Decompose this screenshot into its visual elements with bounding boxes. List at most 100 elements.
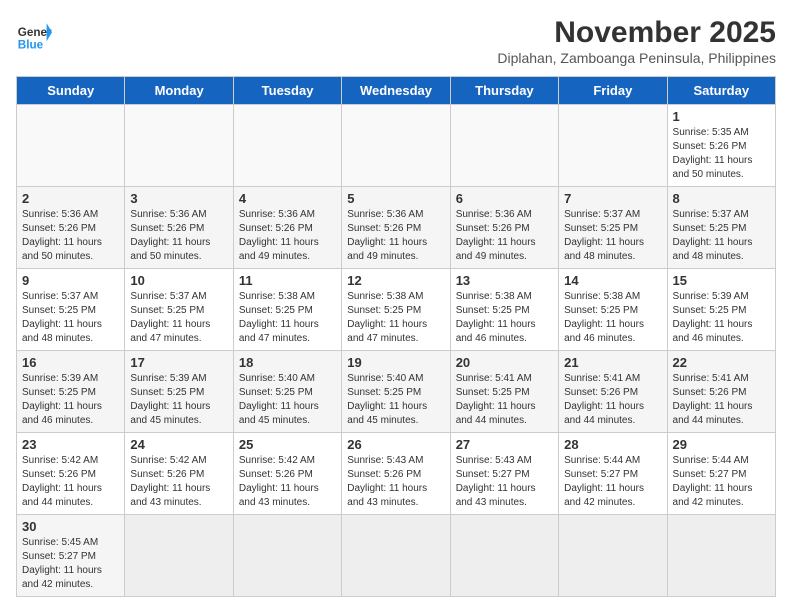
- calendar-cell: 20 Sunrise: 5:41 AMSunset: 5:25 PMDayligh…: [450, 351, 558, 433]
- day-info: Sunrise: 5:36 AMSunset: 5:26 PMDaylight:…: [456, 208, 553, 264]
- day-number: 2: [22, 191, 119, 206]
- calendar-cell: 17 Sunrise: 5:39 AMSunset: 5:25 PMDayligh…: [125, 351, 233, 433]
- day-info: Sunrise: 5:44 AMSunset: 5:27 PMDaylight:…: [564, 454, 661, 510]
- calendar-cell: 29Sunrise: 5:44 AMSunset: 5:27 PMDayligh…: [667, 433, 775, 515]
- day-info: Sunrise: 5:44 AMSunset: 5:27 PMDaylight:…: [673, 454, 770, 510]
- day-number: 12: [347, 273, 444, 288]
- calendar-cell: 3Sunrise: 5:36 AMSunset: 5:26 PMDaylight…: [125, 187, 233, 269]
- calendar-cell: 8 Sunrise: 5:37 AMSunset: 5:25 PMDaylight…: [667, 187, 775, 269]
- day-info: Sunrise: 5:43 AMSunset: 5:27 PMDaylight:…: [456, 454, 553, 510]
- calendar-cell: [342, 515, 450, 597]
- calendar-cell: 4 Sunrise: 5:36 AMSunset: 5:26 PMDaylight…: [233, 187, 341, 269]
- calendar-cell: 10 Sunrise: 5:37 AMSunset: 5:25 PMDayligh…: [125, 269, 233, 351]
- day-header-thursday: Thursday: [450, 77, 558, 105]
- day-number: 5: [347, 191, 444, 206]
- day-number: 26: [347, 437, 444, 452]
- calendar-cell: 28 Sunrise: 5:44 AMSunset: 5:27 PMDayligh…: [559, 433, 667, 515]
- calendar-cell: 5 Sunrise: 5:36 AMSunset: 5:26 PMDaylight…: [342, 187, 450, 269]
- day-info: Sunrise: 5:38 AMSunset: 5:25 PMDaylight:…: [347, 290, 444, 346]
- day-number: 15: [673, 273, 770, 288]
- calendar-cell: 30Sunrise: 5:45 AMSunset: 5:27 PMDayligh…: [17, 515, 125, 597]
- day-info: Sunrise: 5:37 AMSunset: 5:25 PMDaylight:…: [673, 208, 770, 264]
- day-info: Sunrise: 5:35 AMSunset: 5:26 PMDaylight:…: [673, 126, 770, 182]
- day-number: 9: [22, 273, 119, 288]
- day-number: 11: [239, 273, 336, 288]
- week-row-2: 2 Sunrise: 5:36 AMSunset: 5:26 PMDaylight…: [17, 187, 776, 269]
- day-number: 22: [673, 355, 770, 370]
- day-header-monday: Monday: [125, 77, 233, 105]
- week-row-5: 23 Sunrise: 5:42 AMSunset: 5:26 PMDayligh…: [17, 433, 776, 515]
- day-number: 1: [673, 109, 770, 124]
- day-info: Sunrise: 5:42 AMSunset: 5:26 PMDaylight:…: [22, 454, 119, 510]
- calendar-header: SundayMondayTuesdayWednesdayThursdayFrid…: [17, 77, 776, 105]
- page-header: General Blue November 2025 Diplahan, Zam…: [16, 16, 776, 66]
- calendar-cell: 1 Sunrise: 5:35 AMSunset: 5:26 PMDaylight…: [667, 105, 775, 187]
- calendar-cell: 11Sunrise: 5:38 AMSunset: 5:25 PMDayligh…: [233, 269, 341, 351]
- week-row-6: 30Sunrise: 5:45 AMSunset: 5:27 PMDayligh…: [17, 515, 776, 597]
- day-number: 10: [130, 273, 227, 288]
- day-header-friday: Friday: [559, 77, 667, 105]
- calendar-cell: 16Sunrise: 5:39 AMSunset: 5:25 PMDayligh…: [17, 351, 125, 433]
- day-info: Sunrise: 5:42 AMSunset: 5:26 PMDaylight:…: [130, 454, 227, 510]
- day-info: Sunrise: 5:38 AMSunset: 5:25 PMDaylight:…: [564, 290, 661, 346]
- day-info: Sunrise: 5:39 AMSunset: 5:25 PMDaylight:…: [130, 372, 227, 428]
- calendar-cell: 18 Sunrise: 5:40 AMSunset: 5:25 PMDayligh…: [233, 351, 341, 433]
- day-number: 18: [239, 355, 336, 370]
- day-number: 4: [239, 191, 336, 206]
- day-info: Sunrise: 5:37 AMSunset: 5:25 PMDaylight:…: [130, 290, 227, 346]
- calendar-cell: [667, 515, 775, 597]
- calendar-cell: [233, 105, 341, 187]
- calendar-cell: 27Sunrise: 5:43 AMSunset: 5:27 PMDayligh…: [450, 433, 558, 515]
- day-header-sunday: Sunday: [17, 77, 125, 105]
- calendar-cell: 15Sunrise: 5:39 AMSunset: 5:25 PMDayligh…: [667, 269, 775, 351]
- day-info: Sunrise: 5:37 AMSunset: 5:25 PMDaylight:…: [564, 208, 661, 264]
- header-row: SundayMondayTuesdayWednesdayThursdayFrid…: [17, 77, 776, 105]
- calendar-cell: [559, 515, 667, 597]
- logo: General Blue: [16, 16, 52, 52]
- day-info: Sunrise: 5:36 AMSunset: 5:26 PMDaylight:…: [239, 208, 336, 264]
- day-info: Sunrise: 5:41 AMSunset: 5:26 PMDaylight:…: [673, 372, 770, 428]
- day-number: 6: [456, 191, 553, 206]
- calendar-cell: 9Sunrise: 5:37 AMSunset: 5:25 PMDaylight…: [17, 269, 125, 351]
- day-number: 23: [22, 437, 119, 452]
- day-number: 20: [456, 355, 553, 370]
- calendar-table: SundayMondayTuesdayWednesdayThursdayFrid…: [16, 76, 776, 597]
- day-number: 3: [130, 191, 227, 206]
- day-info: Sunrise: 5:45 AMSunset: 5:27 PMDaylight:…: [22, 536, 119, 592]
- day-number: 7: [564, 191, 661, 206]
- calendar-cell: [559, 105, 667, 187]
- day-info: Sunrise: 5:42 AMSunset: 5:26 PMDaylight:…: [239, 454, 336, 510]
- generalblue-logo-icon: General Blue: [16, 16, 52, 52]
- calendar-cell: 13Sunrise: 5:38 AMSunset: 5:25 PMDayligh…: [450, 269, 558, 351]
- day-info: Sunrise: 5:40 AMSunset: 5:25 PMDaylight:…: [239, 372, 336, 428]
- location-subtitle: Diplahan, Zamboanga Peninsula, Philippin…: [497, 50, 776, 66]
- calendar-cell: 19Sunrise: 5:40 AMSunset: 5:25 PMDayligh…: [342, 351, 450, 433]
- day-number: 8: [673, 191, 770, 206]
- calendar-cell: 26Sunrise: 5:43 AMSunset: 5:26 PMDayligh…: [342, 433, 450, 515]
- day-header-wednesday: Wednesday: [342, 77, 450, 105]
- calendar-cell: [450, 105, 558, 187]
- day-number: 17: [130, 355, 227, 370]
- week-row-1: 1 Sunrise: 5:35 AMSunset: 5:26 PMDaylight…: [17, 105, 776, 187]
- calendar-cell: 22 Sunrise: 5:41 AMSunset: 5:26 PMDayligh…: [667, 351, 775, 433]
- calendar-cell: 24 Sunrise: 5:42 AMSunset: 5:26 PMDayligh…: [125, 433, 233, 515]
- calendar-cell: 21Sunrise: 5:41 AMSunset: 5:26 PMDayligh…: [559, 351, 667, 433]
- day-header-tuesday: Tuesday: [233, 77, 341, 105]
- calendar-body: 1 Sunrise: 5:35 AMSunset: 5:26 PMDaylight…: [17, 105, 776, 597]
- calendar-cell: 7 Sunrise: 5:37 AMSunset: 5:25 PMDaylight…: [559, 187, 667, 269]
- day-number: 28: [564, 437, 661, 452]
- day-number: 14: [564, 273, 661, 288]
- calendar-cell: 6 Sunrise: 5:36 AMSunset: 5:26 PMDaylight…: [450, 187, 558, 269]
- day-info: Sunrise: 5:41 AMSunset: 5:25 PMDaylight:…: [456, 372, 553, 428]
- calendar-cell: 14 Sunrise: 5:38 AMSunset: 5:25 PMDayligh…: [559, 269, 667, 351]
- svg-text:Blue: Blue: [18, 38, 44, 51]
- calendar-cell: 23 Sunrise: 5:42 AMSunset: 5:26 PMDayligh…: [17, 433, 125, 515]
- day-number: 24: [130, 437, 227, 452]
- title-block: November 2025 Diplahan, Zamboanga Penins…: [497, 16, 776, 66]
- calendar-cell: [17, 105, 125, 187]
- day-info: Sunrise: 5:36 AMSunset: 5:26 PMDaylight:…: [347, 208, 444, 264]
- day-info: Sunrise: 5:36 AMSunset: 5:26 PMDaylight:…: [22, 208, 119, 264]
- calendar-cell: [450, 515, 558, 597]
- day-info: Sunrise: 5:41 AMSunset: 5:26 PMDaylight:…: [564, 372, 661, 428]
- calendar-cell: [125, 515, 233, 597]
